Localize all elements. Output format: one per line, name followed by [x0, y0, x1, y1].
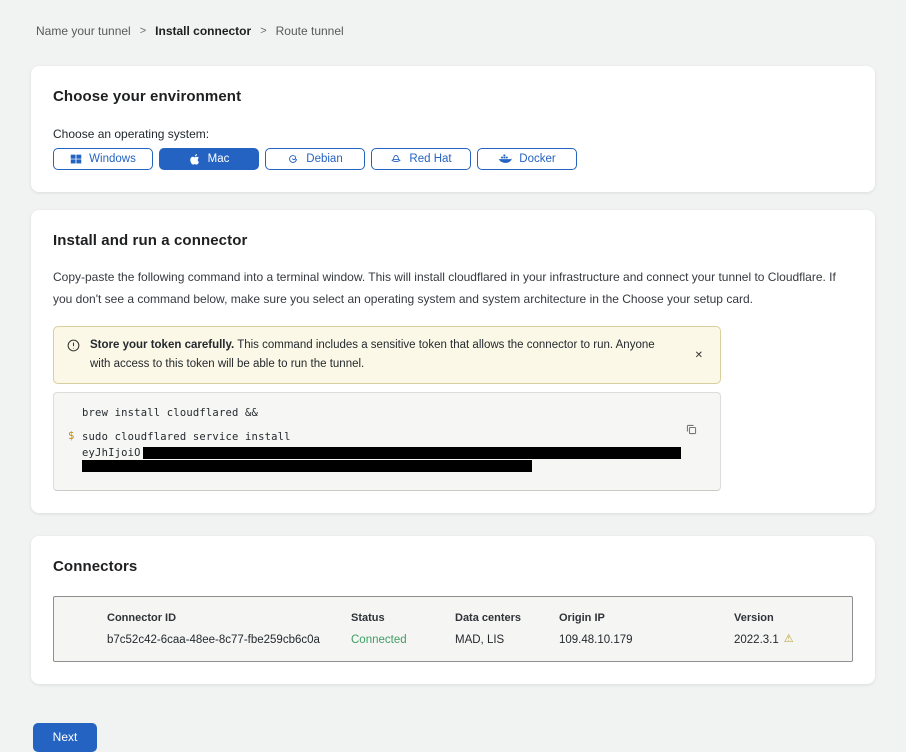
- os-button-windows[interactable]: Windows: [53, 148, 153, 170]
- debian-icon: [287, 153, 299, 165]
- os-button-label: Mac: [208, 153, 230, 165]
- redhat-icon: [390, 153, 402, 165]
- code-line-brew: brew install cloudflared &&: [82, 407, 706, 419]
- redacted-token-bar: [82, 460, 532, 472]
- environment-card-title: Choose your environment: [53, 88, 853, 105]
- redacted-token-bar: [143, 447, 681, 459]
- install-card-title: Install and run a connector: [53, 232, 853, 249]
- breadcrumb: Name your tunnel > Install connector > R…: [0, 0, 906, 38]
- shell-prompt: $: [68, 430, 82, 476]
- os-button-docker[interactable]: Docker: [477, 148, 577, 170]
- os-button-debian[interactable]: Debian: [265, 148, 365, 170]
- token-warning-bold: Store your token carefully.: [90, 339, 234, 351]
- os-button-label: Windows: [89, 153, 136, 165]
- code-command-lines: sudo cloudflared service install eyJhIjo…: [82, 430, 681, 476]
- docker-icon: [498, 153, 512, 165]
- cell-data-centers: MAD, LIS: [455, 634, 559, 646]
- close-icon[interactable]: ✕: [691, 346, 707, 365]
- token-prefix: eyJhIjoiO: [82, 446, 141, 460]
- column-header-version: Version: [734, 612, 832, 624]
- breadcrumb-step-install-connector[interactable]: Install connector: [155, 24, 251, 38]
- os-button-label: Docker: [519, 153, 555, 165]
- apple-icon: [189, 153, 201, 166]
- windows-icon: [70, 153, 82, 165]
- breadcrumb-step-route-tunnel[interactable]: Route tunnel: [276, 24, 344, 38]
- copy-icon[interactable]: [685, 423, 698, 439]
- token-warning-text: Store your token carefully. This command…: [90, 336, 670, 374]
- os-button-label: Debian: [306, 153, 342, 165]
- next-button[interactable]: Next: [33, 723, 97, 752]
- column-header-origin-ip: Origin IP: [559, 612, 734, 624]
- column-header-connector-id: Connector ID: [107, 612, 351, 624]
- os-select-label: Choose an operating system:: [53, 127, 853, 141]
- alert-circle-icon: [67, 336, 80, 374]
- cell-origin-ip: 109.48.10.179: [559, 634, 734, 646]
- code-line-install: sudo cloudflared service install: [82, 430, 681, 444]
- os-button-label: Red Hat: [409, 153, 451, 165]
- breadcrumb-separator: >: [140, 25, 146, 37]
- breadcrumb-separator: >: [260, 25, 266, 37]
- column-header-data-centers: Data centers: [455, 612, 559, 624]
- cell-version: 2022.3.1 ⚠: [734, 634, 832, 646]
- warning-triangle-icon: ⚠: [784, 634, 794, 645]
- connectors-table: Connector ID Status Data centers Origin …: [53, 596, 853, 662]
- token-warning-banner: Store your token carefully. This command…: [53, 326, 721, 384]
- os-button-group: Windows Mac Debian Red Hat Docker: [53, 148, 853, 170]
- breadcrumb-step-name-tunnel[interactable]: Name your tunnel: [36, 24, 131, 38]
- column-header-status: Status: [351, 612, 455, 624]
- connectors-card-title: Connectors: [53, 558, 853, 575]
- install-description: Copy-paste the following command into a …: [53, 266, 853, 310]
- install-command-code-block: brew install cloudflared && $ sudo cloud…: [53, 392, 721, 490]
- version-value: 2022.3.1: [734, 634, 779, 646]
- os-button-redhat[interactable]: Red Hat: [371, 148, 471, 170]
- environment-card: Choose your environment Choose an operat…: [31, 66, 875, 192]
- os-button-mac[interactable]: Mac: [159, 148, 259, 170]
- cell-connector-id: b7c52c42-6caa-48ee-8c77-fbe259cb6c0a: [107, 634, 351, 646]
- code-prompt-row: $ sudo cloudflared service install eyJhI…: [68, 430, 706, 476]
- connectors-card: Connectors Connector ID Status Data cent…: [31, 536, 875, 684]
- cell-status: Connected: [351, 634, 455, 646]
- install-card: Install and run a connector Copy-paste t…: [31, 210, 875, 513]
- code-token-line: eyJhIjoiO: [82, 446, 681, 459]
